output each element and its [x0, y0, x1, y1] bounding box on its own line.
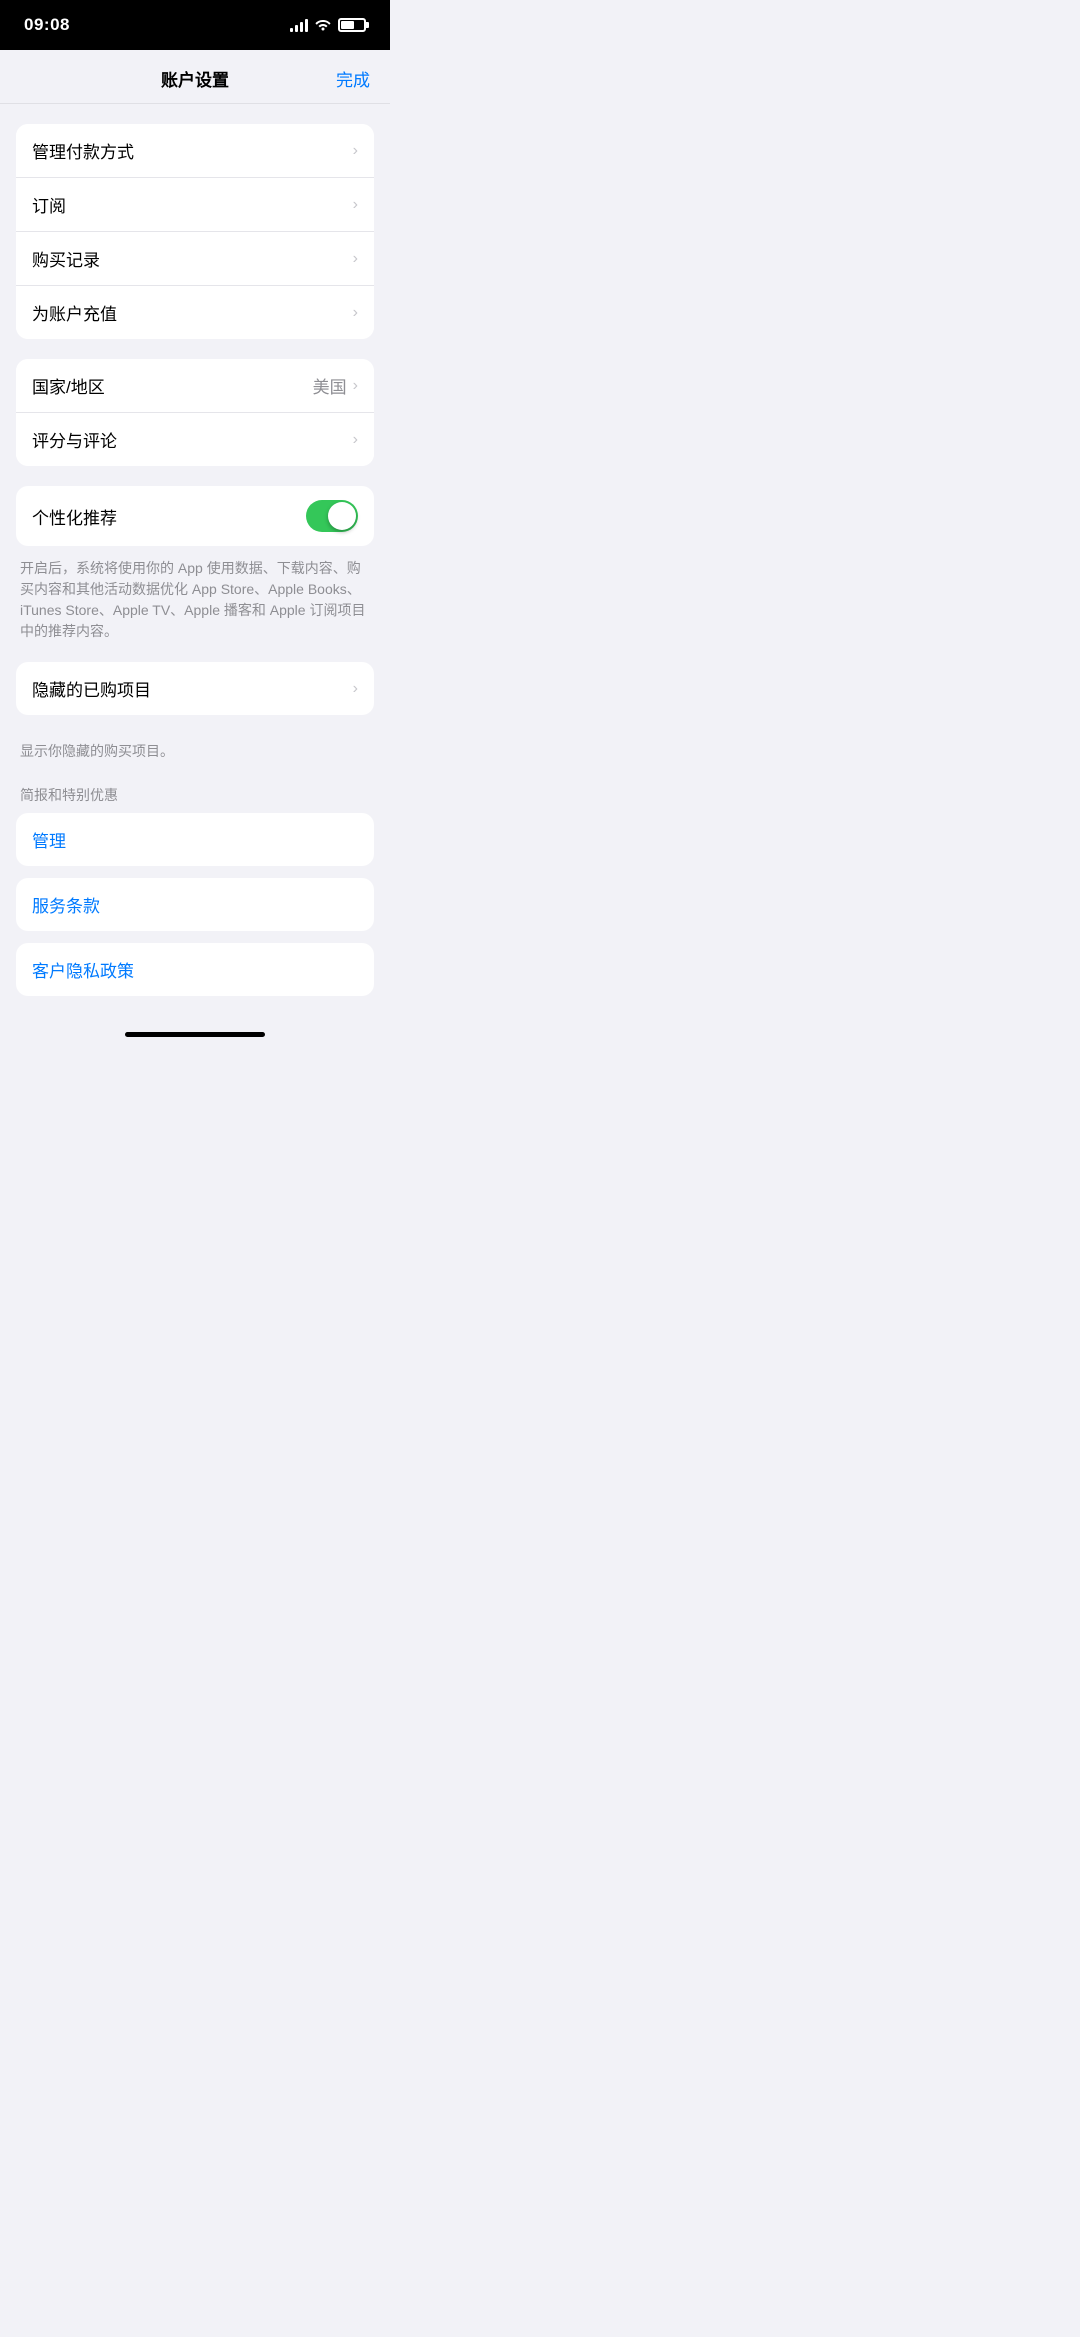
country-region-label: 国家/地区	[32, 373, 105, 398]
chevron-icon: ›	[353, 196, 358, 214]
personalized-recommendations-label: 个性化推荐	[32, 504, 117, 529]
personalized-toggle[interactable]	[306, 500, 358, 532]
manage-newsletter-item[interactable]: 管理	[16, 813, 374, 866]
nav-title: 账户设置	[161, 66, 229, 91]
purchase-history-label: 购买记录	[32, 246, 100, 271]
content: 管理付款方式 › 订阅 › 购买记录 › 为账户充值 › 国家/地区	[0, 104, 390, 1024]
terms-label: 服务条款	[32, 897, 100, 916]
hidden-purchase-section: 隐藏的已购项目 › 显示你隐藏的购买项目。	[16, 662, 374, 761]
country-region-item[interactable]: 国家/地区 美国 ›	[16, 359, 374, 413]
recharge-item[interactable]: 为账户充值 ›	[16, 286, 374, 339]
subscriptions-label: 订阅	[32, 192, 66, 217]
status-icons	[290, 17, 366, 34]
manage-payment-label: 管理付款方式	[32, 138, 134, 163]
status-bar: 09:08	[0, 0, 390, 50]
privacy-label: 客户隐私政策	[32, 962, 134, 981]
done-button[interactable]: 完成	[336, 66, 370, 91]
manage-label: 管理	[32, 832, 66, 851]
nav-bar: 账户设置 完成	[0, 50, 390, 104]
newsletter-section-label: 简报和特别优惠	[16, 785, 374, 813]
country-value: 美国	[313, 373, 347, 398]
personalized-description: 开启后，系统将使用你的 App 使用数据、下载内容、购买内容和其他活动数据优化 …	[16, 554, 374, 662]
hidden-purchase-group: 隐藏的已购项目 ›	[16, 662, 374, 715]
account-actions-group: 管理付款方式 › 订阅 › 购买记录 › 为账户充值 ›	[16, 124, 374, 339]
chevron-icon: ›	[353, 250, 358, 268]
chevron-icon: ›	[353, 680, 358, 698]
newsletter-section: 简报和特别优惠 管理	[16, 781, 374, 874]
hidden-purchases-description: 显示你隐藏的购买项目。	[16, 735, 374, 761]
chevron-icon: ›	[353, 304, 358, 322]
hidden-purchases-item[interactable]: 隐藏的已购项目 ›	[16, 662, 374, 715]
toggle-knob	[328, 502, 356, 530]
region-group: 国家/地区 美国 › 评分与评论 ›	[16, 359, 374, 466]
ratings-reviews-item[interactable]: 评分与评论 ›	[16, 413, 374, 466]
terms-item[interactable]: 服务条款	[16, 878, 374, 931]
hidden-purchases-label: 隐藏的已购项目	[32, 676, 151, 701]
home-indicator	[125, 1032, 265, 1037]
chevron-icon: ›	[353, 431, 358, 449]
personalized-recommendations-row[interactable]: 个性化推荐	[16, 486, 374, 546]
recharge-label: 为账户充值	[32, 300, 117, 325]
status-time: 09:08	[24, 15, 70, 35]
ratings-reviews-label: 评分与评论	[32, 427, 117, 452]
subscriptions-item[interactable]: 订阅 ›	[16, 178, 374, 232]
privacy-item[interactable]: 客户隐私政策	[16, 943, 374, 996]
signal-icon	[290, 18, 308, 32]
manage-payment-item[interactable]: 管理付款方式 ›	[16, 124, 374, 178]
chevron-icon: ›	[353, 142, 358, 160]
chevron-icon: ›	[353, 377, 358, 395]
battery-icon	[338, 18, 366, 32]
purchase-history-item[interactable]: 购买记录 ›	[16, 232, 374, 286]
wifi-icon	[314, 17, 332, 34]
